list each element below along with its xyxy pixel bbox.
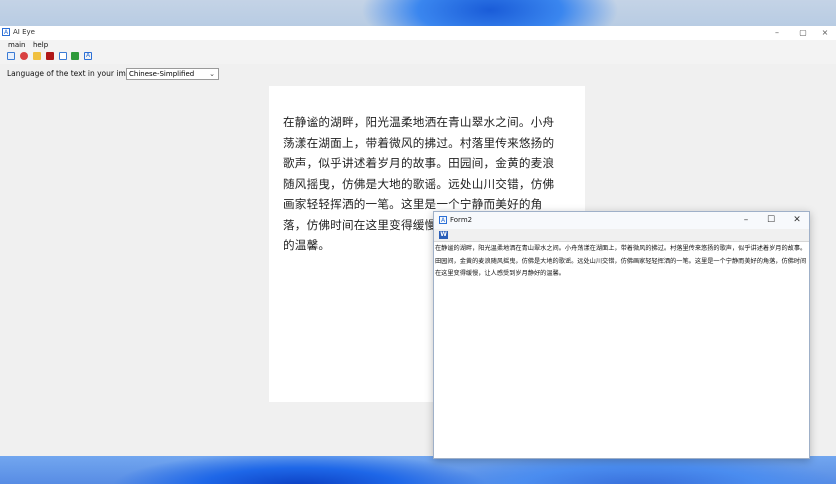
window-title: AI Eye bbox=[13, 28, 35, 36]
form2-toolbar: W bbox=[434, 229, 809, 242]
form2-title: Form2 bbox=[450, 216, 473, 224]
form2-window: A Form2 – ☐ ✕ W 在静谧的湖畔，阳光温柔地洒在青山翠水之间。小舟荡… bbox=[433, 211, 810, 459]
export-icon[interactable] bbox=[71, 52, 79, 60]
language-label: Language of the text in your image: bbox=[7, 69, 143, 78]
folder-icon[interactable] bbox=[33, 52, 41, 60]
scan-icon[interactable] bbox=[59, 52, 67, 60]
pdf-icon[interactable] bbox=[46, 52, 54, 60]
form2-app-icon: A bbox=[439, 216, 447, 224]
form2-close-button[interactable]: ✕ bbox=[784, 212, 810, 229]
camera-icon[interactable] bbox=[20, 52, 28, 60]
language-row: Language of the text in your image: Chin… bbox=[0, 64, 836, 86]
language-select[interactable]: Chinese-Simplified ⌄ bbox=[126, 68, 219, 80]
form2-titlebar[interactable]: A Form2 – ☐ ✕ bbox=[434, 212, 809, 229]
toolbar: A bbox=[0, 50, 836, 64]
menu-main[interactable]: main bbox=[8, 41, 26, 49]
main-titlebar[interactable]: A AI Eye – ▢ × bbox=[0, 26, 836, 40]
menu-bar: main help bbox=[0, 40, 836, 50]
ocr-icon[interactable]: A bbox=[84, 52, 92, 60]
chevron-down-icon: ⌄ bbox=[209, 70, 215, 78]
app-logo-icon: A bbox=[2, 28, 10, 36]
close-button[interactable]: × bbox=[812, 26, 836, 40]
desktop-wallpaper-bottom bbox=[0, 456, 836, 484]
ocr-output-textbox[interactable]: 在静谧的湖畔，阳光温柔地洒在青山翠水之间。小舟荡漾在湖面上，带着微风的拂过。村落… bbox=[435, 243, 807, 281]
menu-help[interactable]: help bbox=[33, 41, 48, 49]
form2-minimize-button[interactable]: – bbox=[733, 212, 759, 229]
image-icon[interactable] bbox=[7, 52, 15, 60]
minimize-button[interactable]: – bbox=[764, 26, 790, 40]
form2-maximize-button[interactable]: ☐ bbox=[758, 212, 784, 229]
language-selected-value: Chinese-Simplified bbox=[129, 70, 195, 78]
word-export-icon[interactable]: W bbox=[439, 231, 448, 239]
